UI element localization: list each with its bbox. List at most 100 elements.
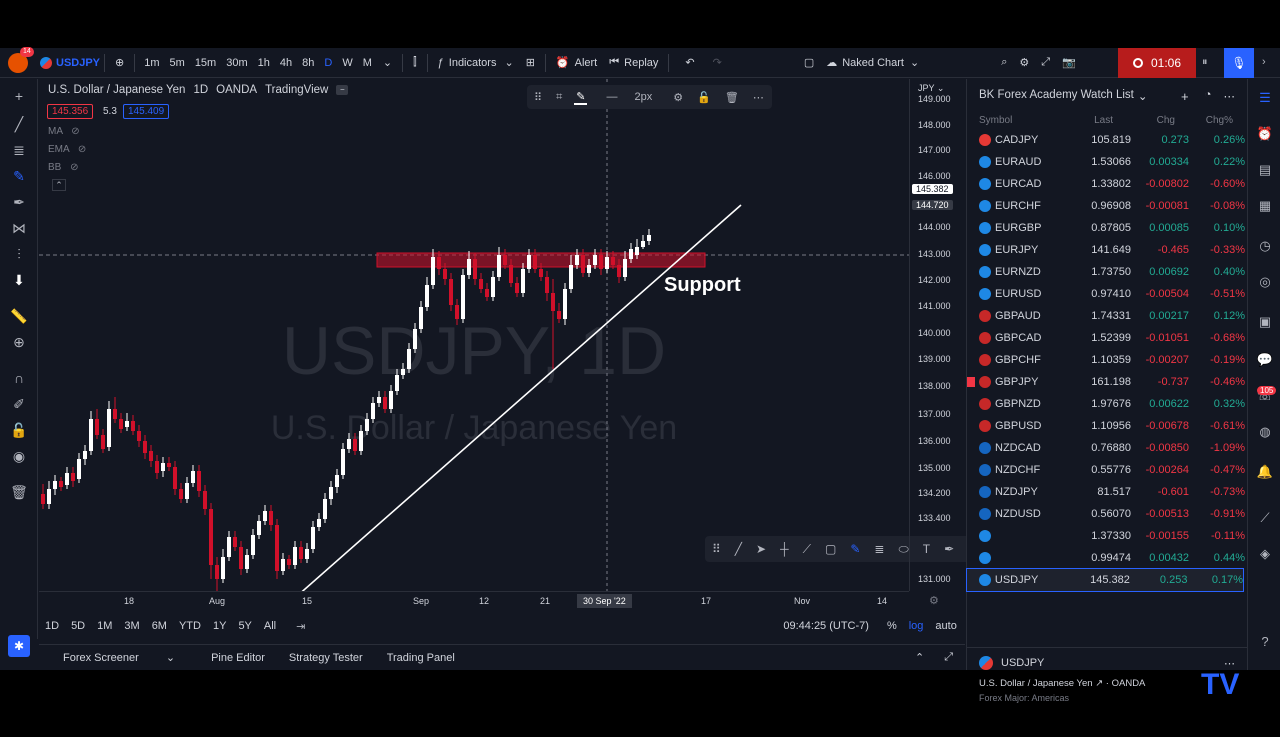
trash-icon[interactable]: 🗑 (718, 91, 746, 104)
watchlist-row[interactable]: NZDJPY 81.517 -0.601 -0.73% (967, 481, 1247, 503)
pen-icon[interactable]: ✒ (10, 193, 28, 211)
calendar-icon[interactable]: ◷ (1256, 237, 1274, 255)
forecast-icon[interactable]: ⫶ (10, 245, 28, 263)
indicator-row[interactable]: EMA ⊘ (48, 144, 86, 162)
app-logo-icon[interactable]: ✱ (8, 635, 30, 657)
watchlist-row[interactable]: EURGBP 0.87805 0.00085 0.10% (967, 217, 1247, 239)
watchlist-row[interactable]: EURUSD 0.97410 -0.00504 -0.51% (967, 283, 1247, 305)
range-3m[interactable]: 3M (118, 620, 145, 632)
signals-icon[interactable]: ◍ (1256, 423, 1274, 441)
ruler-icon[interactable]: 📏 (10, 307, 28, 325)
chevron-down-icon[interactable]: ⌄ (1138, 89, 1148, 104)
price-chart[interactable]: USDJPY, 1D U.S. Dollar / Japanese Yen Supp… (39, 79, 909, 591)
percent-toggle[interactable]: % (887, 620, 897, 632)
axis-settings-icon[interactable]: ⚙ (929, 594, 939, 607)
alert-button[interactable]: ⏰ Alert (550, 48, 603, 78)
timeframe-D[interactable]: D (319, 57, 337, 69)
template-icon[interactable]: ⌗ (549, 91, 569, 104)
more-icon[interactable]: ⋯ (1220, 89, 1240, 104)
arrow-down-icon[interactable]: ⬇ (10, 271, 28, 289)
watchlist-row[interactable]: GBPCHF 1.10359 -0.00207 -0.19% (967, 349, 1247, 371)
watchlist-row[interactable]: 1.37330 -0.00155 -0.11% (967, 525, 1247, 547)
range-ytd[interactable]: YTD (173, 620, 207, 632)
trash-icon[interactable]: 🗑 (10, 483, 28, 501)
panel-strategy-tester[interactable]: Strategy Tester (277, 652, 375, 664)
bell-icon[interactable]: 🔔 (1256, 463, 1274, 481)
line-width-button[interactable]: — 2px (592, 91, 666, 103)
brush-icon[interactable]: ✎ (843, 542, 867, 556)
watchlist-row[interactable]: NZDCHF 0.55776 -0.00264 -0.47% (967, 459, 1247, 481)
crosshair-icon[interactable]: ┼ (773, 542, 796, 556)
timeframe-4h[interactable]: 4h (275, 57, 297, 69)
drag-handle-icon[interactable]: ⠿ (527, 91, 549, 104)
crosshair-icon[interactable]: + (10, 87, 28, 105)
log-toggle[interactable]: log (909, 620, 924, 632)
auto-toggle[interactable]: auto (935, 620, 956, 632)
range-all[interactable]: All (258, 620, 282, 632)
templates-icon[interactable]: ⊞ (520, 48, 541, 78)
hotlist-icon[interactable]: ▦ (1256, 197, 1274, 215)
timeframe-8h[interactable]: 8h (297, 57, 319, 69)
range-5y[interactable]: 5Y (232, 620, 257, 632)
indicator-row[interactable]: MA ⊘ (48, 126, 86, 144)
trend-line-icon[interactable]: ╱ (10, 115, 28, 133)
watchlist-icon[interactable]: ☰ (1256, 89, 1274, 107)
timeframe-M[interactable]: M (358, 57, 377, 69)
col-symbol[interactable]: Symbol (967, 115, 1059, 126)
settings-icon[interactable]: ⚙ (666, 91, 690, 104)
trading-icon[interactable]: ⟋ (1256, 509, 1274, 527)
replay-button[interactable]: ⏮ Replay (603, 48, 664, 78)
timeframe-1h[interactable]: 1h (253, 57, 275, 69)
watchlist-row[interactable]: GBPNZD 1.97676 0.00622 0.32% (967, 393, 1247, 415)
search-icon[interactable]: ⌕ (995, 48, 1013, 78)
gear-icon[interactable]: ⚙ (1013, 48, 1035, 78)
bid-price-box[interactable]: 145.356 (47, 104, 94, 119)
cursor-icon[interactable]: ➤ (749, 542, 773, 556)
watchlist-row[interactable]: EURAUD 1.53066 0.00334 0.22% (967, 151, 1247, 173)
hidden-eye-icon[interactable]: ⊘ (71, 126, 79, 137)
alerts-icon[interactable]: ⏰ (1256, 125, 1274, 143)
layers-icon[interactable]: ◈ (1256, 545, 1274, 563)
candles-icon[interactable]: ⫿ (407, 48, 423, 78)
brush-icon[interactable]: ✎ (10, 167, 28, 185)
magnet-icon[interactable]: ∩ (10, 369, 28, 387)
undo-icon[interactable]: ↶ (673, 48, 706, 78)
lock-icon[interactable]: 🔓 (690, 91, 718, 104)
lock-icon[interactable]: 🔓 (10, 421, 28, 439)
range-1m[interactable]: 1M (91, 620, 118, 632)
watchlist-row[interactable]: 0.99474 0.00432 0.44% (967, 547, 1247, 569)
chevron-right-icon[interactable]: › (1262, 56, 1266, 68)
collapse-indicators-icon[interactable]: ⌃ (52, 179, 66, 191)
trend-line-icon[interactable]: ⟋ (796, 542, 818, 557)
plus-icon[interactable]: ⊕ (109, 48, 130, 78)
panel-forex-screener[interactable]: Forex Screener ⌄ (39, 651, 199, 664)
range-1y[interactable]: 1Y (207, 620, 232, 632)
timeframe-30m[interactable]: 30m (221, 57, 252, 69)
details-symbol[interactable]: USDJPY (1001, 657, 1044, 669)
panel-trading-panel[interactable]: Trading Panel (375, 652, 467, 664)
indicator-row[interactable]: BB ⊘ (48, 162, 86, 180)
maximize-panel-icon[interactable]: ⤢ (932, 651, 965, 664)
expand-icon[interactable]: ⤢ (1035, 48, 1056, 78)
price-axis[interactable]: JPY ⌄ 149.000 148.000 147.000 146.000 144.00… (909, 79, 965, 591)
drag-handle-icon[interactable]: ⠿ (705, 542, 728, 556)
chevron-down-icon[interactable]: ⌄ (377, 48, 398, 78)
fib-icon[interactable]: ≣ (10, 141, 28, 159)
zoom-icon[interactable]: ⊕ (10, 333, 28, 351)
fib-icon[interactable]: ≣ (867, 542, 891, 556)
watchlist-row[interactable]: USDJPY 145.382 0.253 0.17% (966, 568, 1244, 592)
col-last[interactable]: Last (1059, 115, 1113, 126)
symbol-search-button[interactable]: USDJPY (56, 57, 100, 69)
goto-date-icon[interactable]: ⇥ (296, 620, 305, 633)
timeframe-1m[interactable]: 1m (139, 57, 164, 69)
watchlist-row[interactable]: NZDUSD 0.56070 -0.00513 -0.91% (967, 503, 1247, 525)
collapse-icon[interactable]: − (336, 85, 349, 95)
microphone-button[interactable]: 🎙 (1224, 48, 1254, 78)
more-icon[interactable]: ⋯ (746, 91, 771, 104)
line-icon[interactable]: ╱ (728, 542, 749, 556)
range-5d[interactable]: 5D (65, 620, 91, 632)
recording-button[interactable]: 01:06 (1118, 48, 1196, 78)
line-color-icon[interactable]: ✎ (574, 90, 588, 105)
watchlist-row[interactable]: EURNZD 1.73750 0.00692 0.40% (967, 261, 1247, 283)
indicators-button[interactable]: ƒ Indicators ⌄ (432, 48, 520, 78)
